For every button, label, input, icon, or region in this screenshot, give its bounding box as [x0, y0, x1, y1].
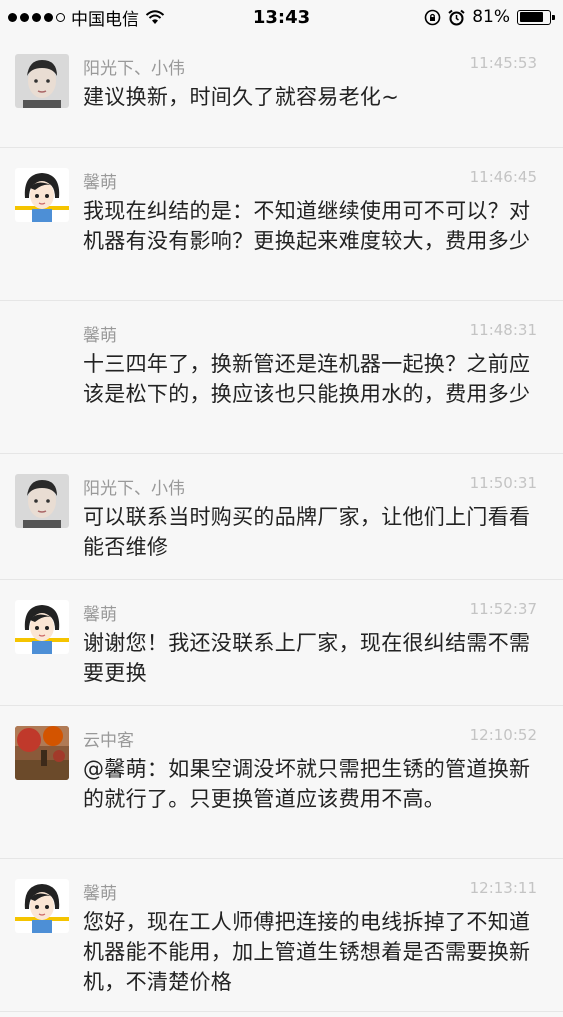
message-feed[interactable]: 阳光下、小伟 11:45:53 建议换新，时间久了就容易老化~ 馨萌 11:46:45 我…	[0, 34, 563, 1012]
avatar[interactable]	[15, 474, 69, 528]
status-left: 中国电信	[8, 5, 165, 30]
author-name[interactable]: 阳光下、小伟	[83, 474, 185, 499]
signal-icon	[8, 12, 65, 22]
author-name[interactable]: 馨萌	[83, 321, 117, 346]
avatar[interactable]	[15, 600, 69, 654]
feed-item[interactable]: 阳光下、小伟 11:50:31 可以联系当时购买的品牌厂家，让他们上门看看能否维修	[0, 454, 563, 580]
author-name[interactable]: 阳光下、小伟	[83, 54, 185, 79]
timestamp: 11:48:31	[469, 321, 537, 339]
feed-item[interactable]: 馨萌 11:46:45 我现在纠结的是：不知道继续使用可不可以？对机器有没有影响？更…	[0, 148, 563, 301]
rotation-lock-icon	[424, 9, 441, 25]
carrier-label: 中国电信	[71, 9, 139, 30]
feed-item[interactable]: 馨萌 11:48:31 十三四年了，换新管还是连机器一起换？之前应该是松下的，换应该…	[0, 301, 563, 454]
feed-item[interactable]: 馨萌 12:13:11 您好，现在工人师傅把连接的电线拆掉了不知道机器能不能用，加上…	[0, 859, 563, 1012]
author-name[interactable]: 云中客	[83, 726, 134, 751]
timestamp: 11:45:53	[469, 54, 537, 72]
author-name[interactable]: 馨萌	[83, 600, 117, 625]
battery-percent: 81%	[472, 7, 510, 27]
avatar[interactable]	[15, 54, 69, 108]
alarm-icon	[448, 9, 465, 25]
timestamp: 11:50:31	[469, 474, 537, 492]
timestamp: 12:13:11	[469, 879, 537, 897]
author-name[interactable]: 馨萌	[83, 168, 117, 193]
feed-item[interactable]: 馨萌 11:52:37 谢谢您！我还没联系上厂家，现在很纠结需不需要更换	[0, 580, 563, 706]
status-right: 81%	[424, 7, 555, 27]
battery-icon	[517, 9, 555, 25]
avatar[interactable]	[15, 879, 69, 933]
feed-item[interactable]: 阳光下、小伟 11:45:53 建议换新，时间久了就容易老化~	[0, 34, 563, 148]
feed-item[interactable]: 云中客 12:10:52 @馨萌：如果空调没坏就只需把生锈的管道换新的就行了。只更换…	[0, 706, 563, 859]
avatar[interactable]	[15, 168, 69, 222]
timestamp: 11:46:45	[469, 168, 537, 186]
wifi-icon	[145, 9, 165, 24]
author-name[interactable]: 馨萌	[83, 879, 117, 904]
message-text: 建议换新，时间久了就容易老化~	[83, 85, 400, 109]
timestamp: 12:10:52	[469, 726, 537, 744]
timestamp: 11:52:37	[469, 600, 537, 618]
status-bar: 中国电信 13:43 81%	[0, 0, 563, 34]
avatar[interactable]	[15, 726, 69, 780]
